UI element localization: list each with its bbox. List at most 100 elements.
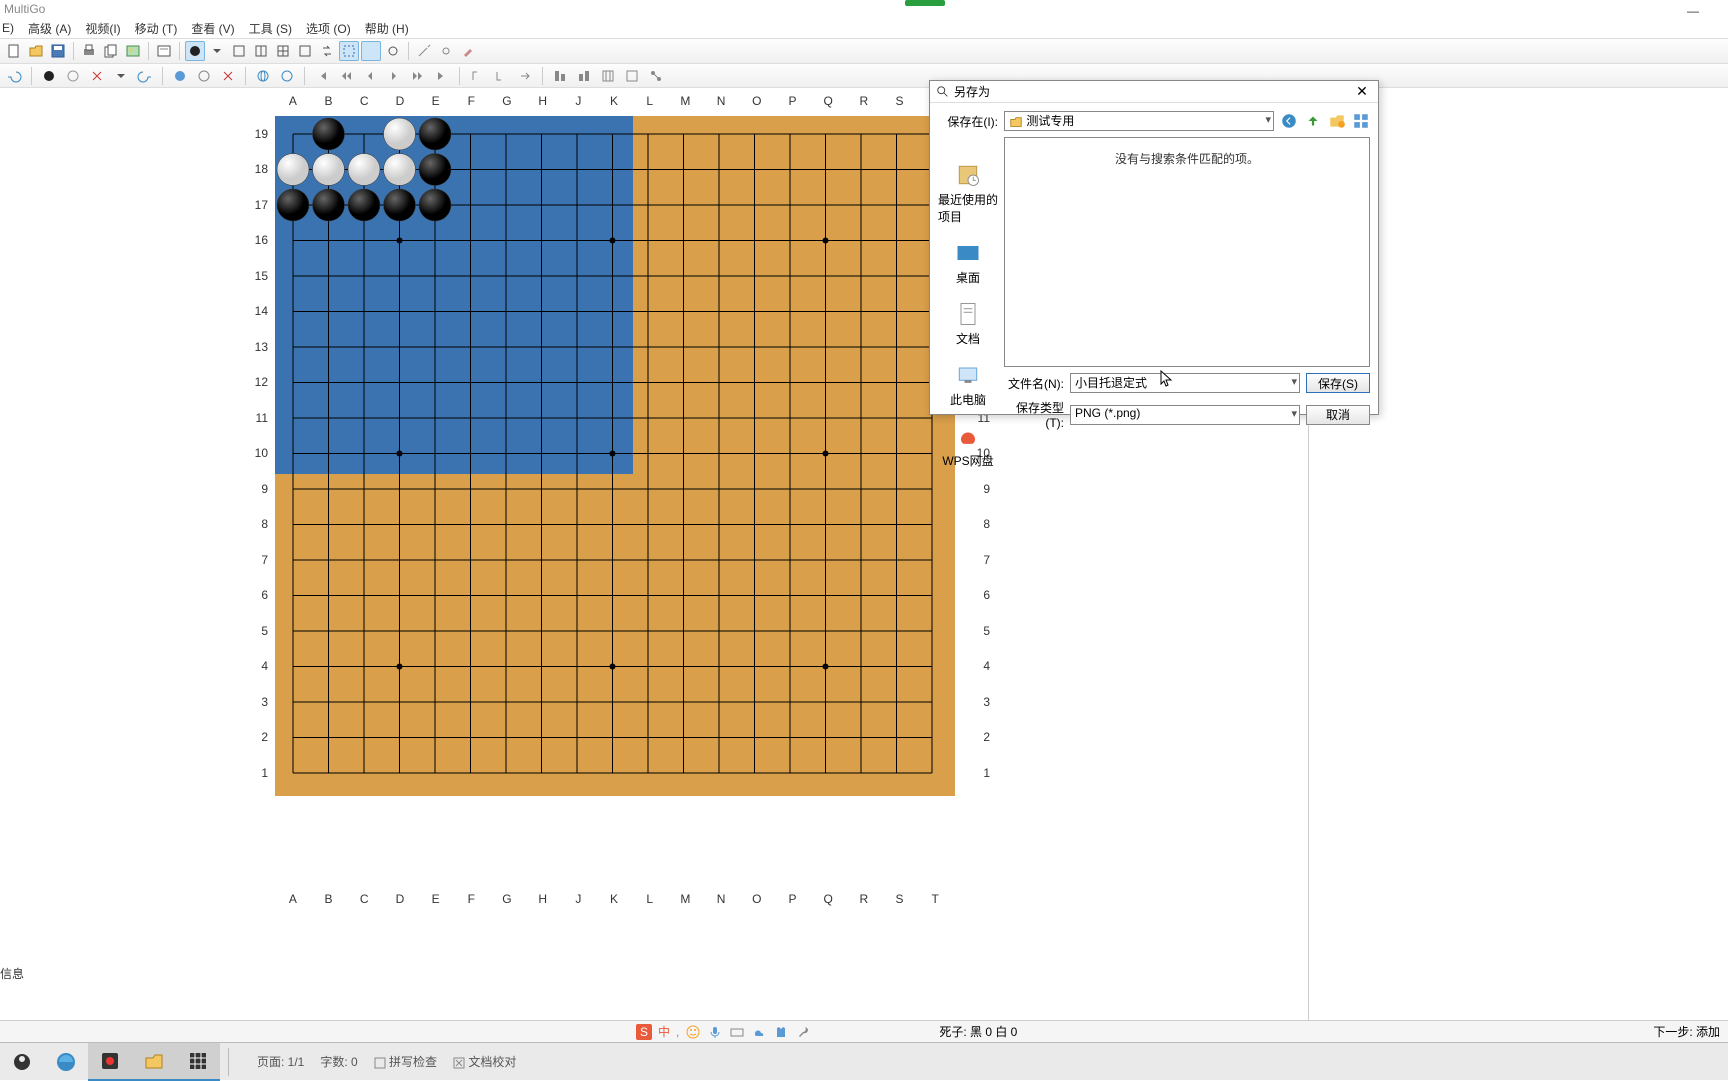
go-board[interactable] bbox=[275, 116, 975, 816]
menu-video[interactable]: 视频(I) bbox=[85, 20, 120, 37]
nav-prev-icon[interactable] bbox=[360, 66, 380, 86]
menu-e[interactable]: E) bbox=[2, 21, 14, 35]
export-image-icon[interactable] bbox=[123, 41, 143, 61]
wand-icon[interactable] bbox=[414, 41, 434, 61]
menu-tools[interactable]: 工具 (S) bbox=[249, 20, 292, 37]
info-icon[interactable] bbox=[154, 41, 174, 61]
delete-icon[interactable] bbox=[218, 66, 238, 86]
view-mode-icon[interactable] bbox=[1352, 112, 1370, 130]
nav-next-icon[interactable] bbox=[384, 66, 404, 86]
menu-help[interactable]: 帮助 (H) bbox=[365, 20, 409, 37]
grid-big-icon[interactable] bbox=[622, 66, 642, 86]
toolbar-2 bbox=[0, 64, 1728, 88]
world-icon[interactable] bbox=[170, 66, 190, 86]
tree-icon[interactable] bbox=[646, 66, 666, 86]
dialog-sidebar: 最近使用的项目 桌面 文档 此电脑 WPS网盘 bbox=[938, 137, 998, 469]
grid3-icon[interactable] bbox=[273, 41, 293, 61]
nav-back-icon[interactable] bbox=[1280, 112, 1298, 130]
nav-next10-icon[interactable] bbox=[408, 66, 428, 86]
minimize-button[interactable]: — bbox=[1678, 2, 1708, 14]
globe2-icon[interactable] bbox=[277, 66, 297, 86]
coords-left: 19181716151413121110987654321 bbox=[250, 116, 268, 796]
copy-board-icon[interactable] bbox=[101, 41, 121, 61]
spell-check[interactable]: 拼写检查 bbox=[374, 1053, 437, 1070]
shirt-icon[interactable] bbox=[773, 1024, 789, 1040]
tool-icon[interactable] bbox=[795, 1024, 811, 1040]
dialog-close-icon[interactable]: ✕ bbox=[1352, 83, 1372, 100]
ring-icon[interactable] bbox=[63, 66, 83, 86]
title-bar: MultiGo — bbox=[0, 0, 1728, 18]
side-desktop[interactable]: 桌面 bbox=[954, 239, 982, 286]
settings-icon[interactable] bbox=[436, 41, 456, 61]
side-docs[interactable]: 文档 bbox=[954, 300, 982, 347]
filename-input[interactable]: 小目托退定式 bbox=[1070, 373, 1300, 393]
nav-prev10-icon[interactable] bbox=[336, 66, 356, 86]
save-button[interactable]: 保存(S) bbox=[1306, 373, 1370, 393]
file-list[interactable]: 没有与搜索条件匹配的项。 bbox=[1004, 137, 1370, 367]
doc-proof[interactable]: 文档校对 bbox=[453, 1053, 516, 1070]
task-recorder[interactable] bbox=[88, 1043, 132, 1081]
branch-up-icon[interactable] bbox=[467, 66, 487, 86]
nav-first-icon[interactable] bbox=[312, 66, 332, 86]
branch-down-icon[interactable] bbox=[491, 66, 511, 86]
menu-advanced[interactable]: 高级 (A) bbox=[28, 20, 71, 37]
side-pc[interactable]: 此电脑 bbox=[950, 361, 986, 408]
score2-icon[interactable] bbox=[574, 66, 594, 86]
cloud-icon[interactable] bbox=[751, 1024, 767, 1040]
side-wps[interactable]: WPS网盘 bbox=[942, 422, 993, 469]
marker-icon[interactable] bbox=[383, 41, 403, 61]
filetype-select[interactable]: PNG (*.png) bbox=[1070, 405, 1300, 425]
clear-icon[interactable] bbox=[87, 66, 107, 86]
dropdown-icon[interactable] bbox=[207, 41, 227, 61]
menu-move[interactable]: 移动 (T) bbox=[135, 20, 178, 37]
task-app1[interactable] bbox=[0, 1043, 44, 1081]
save-icon[interactable] bbox=[48, 41, 68, 61]
save-in-select[interactable]: 测试专用 bbox=[1004, 111, 1274, 131]
page-info: 页面: 1/1 bbox=[257, 1053, 304, 1070]
smiley-icon[interactable] bbox=[685, 1024, 701, 1040]
score1-icon[interactable] bbox=[550, 66, 570, 86]
save-in-label: 保存在(I): bbox=[938, 113, 998, 130]
pass-icon[interactable] bbox=[194, 66, 214, 86]
globe1-icon[interactable] bbox=[253, 66, 273, 86]
mouse-cursor bbox=[1160, 370, 1174, 388]
undo-icon[interactable] bbox=[4, 66, 24, 86]
black-stone-icon[interactable] bbox=[39, 66, 59, 86]
nav-up-icon[interactable] bbox=[1304, 112, 1322, 130]
menu-view[interactable]: 查看 (V) bbox=[191, 20, 234, 37]
sogou-icon[interactable]: S bbox=[636, 1024, 652, 1040]
grid4-icon[interactable] bbox=[295, 41, 315, 61]
ime-indicator[interactable]: 中 bbox=[658, 1023, 670, 1040]
menu-bar: E) 高级 (A) 视频(I) 移动 (T) 查看 (V) 工具 (S) 选项 … bbox=[0, 18, 1728, 38]
new-icon[interactable] bbox=[4, 41, 24, 61]
branch-next-icon[interactable] bbox=[515, 66, 535, 86]
progress-indicator bbox=[905, 0, 945, 6]
redo-icon[interactable] bbox=[135, 66, 155, 86]
captured-status: 死子: 黑 0 白 0 bbox=[939, 1023, 1017, 1040]
play-mode-icon[interactable] bbox=[185, 41, 205, 61]
task-multigo[interactable] bbox=[176, 1043, 220, 1081]
toolbar-1 bbox=[0, 38, 1728, 64]
open-icon[interactable] bbox=[26, 41, 46, 61]
select-area-icon[interactable] bbox=[339, 41, 359, 61]
highlight-icon[interactable] bbox=[361, 41, 381, 61]
brush-icon[interactable] bbox=[458, 41, 478, 61]
grid2-icon[interactable] bbox=[251, 41, 271, 61]
print-icon[interactable] bbox=[79, 41, 99, 61]
task-explorer[interactable] bbox=[132, 1043, 176, 1081]
keyboard-icon[interactable] bbox=[729, 1024, 745, 1040]
info-label: 信息 bbox=[0, 965, 24, 982]
mic-icon[interactable] bbox=[707, 1024, 723, 1040]
coords-bottom: ABCDEFGHJKLMNOPQRST bbox=[275, 892, 955, 906]
menu-option[interactable]: 选项 (O) bbox=[306, 20, 351, 37]
nav-last-icon[interactable] bbox=[432, 66, 452, 86]
task-edge[interactable] bbox=[44, 1043, 88, 1081]
side-recent[interactable]: 最近使用的项目 bbox=[938, 161, 998, 225]
cancel-button[interactable]: 取消 bbox=[1306, 405, 1370, 425]
new-folder-icon[interactable] bbox=[1328, 112, 1346, 130]
grid1-icon[interactable] bbox=[229, 41, 249, 61]
grid-small-icon[interactable] bbox=[598, 66, 618, 86]
chevron-down-icon[interactable] bbox=[111, 66, 131, 86]
empty-message: 没有与搜索条件匹配的项。 bbox=[1115, 152, 1259, 166]
swap-icon[interactable] bbox=[317, 41, 337, 61]
